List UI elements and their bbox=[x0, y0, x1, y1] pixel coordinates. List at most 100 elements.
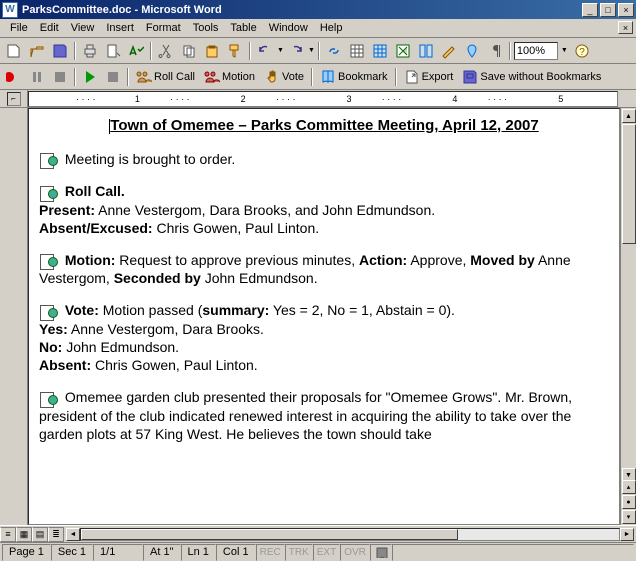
vote-absent-label: Absent: bbox=[39, 357, 91, 373]
export-label: Export bbox=[422, 71, 454, 83]
undo-icon[interactable] bbox=[254, 40, 276, 61]
document-area[interactable]: Town of Omemee – Parks Committee Meeting… bbox=[28, 108, 620, 525]
redo-dropdown[interactable]: ▼ bbox=[308, 47, 315, 54]
minimize-button[interactable]: _ bbox=[582, 3, 598, 17]
section-icon bbox=[39, 185, 57, 201]
insert-table-icon[interactable] bbox=[369, 40, 391, 61]
section-icon bbox=[39, 391, 57, 407]
outline-view-icon[interactable]: ≣ bbox=[48, 527, 64, 542]
doc-order-text: Meeting is brought to order. bbox=[65, 151, 235, 167]
zoom-combo[interactable] bbox=[514, 42, 558, 60]
vote-label-text: Vote: bbox=[65, 302, 99, 318]
section-icon bbox=[39, 152, 57, 168]
cut-icon[interactable] bbox=[155, 40, 177, 61]
scroll-right-button[interactable]: ► bbox=[620, 528, 634, 541]
columns-icon[interactable] bbox=[415, 40, 437, 61]
tab-selector[interactable]: ⌐ bbox=[7, 92, 21, 106]
menu-edit[interactable]: Edit bbox=[34, 20, 65, 36]
motion-label: Motion bbox=[222, 71, 255, 83]
hscroll-thumb[interactable] bbox=[81, 529, 458, 540]
custom-toolbar: Roll Call Motion Vote Bookmark Export Sa… bbox=[0, 64, 636, 90]
bookmark-label: Bookmark bbox=[338, 71, 388, 83]
status-bar: Page 1 Sec 1 1/1 At 1" Ln 1 Col 1 REC TR… bbox=[0, 542, 636, 561]
print-preview-icon[interactable] bbox=[102, 40, 124, 61]
standard-toolbar: ▼ ▼ ▼ ? bbox=[0, 38, 636, 64]
vertical-scrollbar[interactable]: ▲ ▼ ▴ ● ▾ bbox=[620, 108, 636, 525]
menu-insert[interactable]: Insert bbox=[100, 20, 140, 36]
help-icon[interactable]: ? bbox=[571, 40, 593, 61]
tables-borders-icon[interactable] bbox=[346, 40, 368, 61]
status-ovr[interactable]: OVR bbox=[340, 544, 370, 561]
horizontal-scrollbar[interactable]: ◄ ► bbox=[66, 527, 634, 542]
doc-heading: Town of Omemee – Parks Committee Meeting… bbox=[35, 117, 613, 134]
record-icon[interactable] bbox=[3, 66, 25, 87]
close-button[interactable]: × bbox=[618, 3, 634, 17]
doc-map-icon[interactable] bbox=[461, 40, 483, 61]
horizontal-ruler[interactable]: · · · · 1 · · · · 2 · · · · 3 · · · · 4 … bbox=[28, 91, 618, 107]
status-col: Col 1 bbox=[216, 544, 256, 561]
rollcall-button[interactable]: Roll Call bbox=[132, 66, 199, 87]
rollcall-label: Roll Call bbox=[154, 71, 195, 83]
next-page-button[interactable]: ▾ bbox=[622, 510, 636, 524]
spellcheck-icon[interactable] bbox=[125, 40, 147, 61]
redo-icon[interactable] bbox=[285, 40, 307, 61]
maximize-button[interactable]: □ bbox=[600, 3, 616, 17]
pause-icon[interactable] bbox=[26, 66, 48, 87]
no-label: No: bbox=[39, 339, 62, 355]
export-button[interactable]: Export bbox=[400, 66, 458, 87]
print-layout-icon[interactable]: ▤ bbox=[32, 527, 48, 542]
paste-icon[interactable] bbox=[201, 40, 223, 61]
undo-dropdown[interactable]: ▼ bbox=[277, 47, 284, 54]
scroll-up-button[interactable]: ▲ bbox=[622, 109, 636, 123]
menu-help[interactable]: Help bbox=[314, 20, 349, 36]
present-label: Present: bbox=[39, 202, 95, 218]
menu-view[interactable]: View bbox=[65, 20, 101, 36]
stop-icon[interactable] bbox=[49, 66, 71, 87]
section-icon bbox=[39, 253, 57, 269]
prev-page-button[interactable]: ▴ bbox=[622, 480, 636, 494]
normal-view-icon[interactable]: ≡ bbox=[0, 527, 16, 542]
svg-text:?: ? bbox=[579, 47, 585, 58]
print-icon[interactable] bbox=[79, 40, 101, 61]
window-title: ParksCommittee.doc - Microsoft Word bbox=[22, 4, 580, 16]
status-spacer bbox=[392, 544, 634, 561]
status-at: At 1" bbox=[143, 544, 180, 561]
motion-button[interactable]: Motion bbox=[200, 66, 259, 87]
scroll-thumb[interactable] bbox=[622, 124, 636, 244]
menu-table[interactable]: Table bbox=[224, 20, 262, 36]
motion-label: Motion: bbox=[65, 252, 116, 268]
browse-object-button[interactable]: ● bbox=[622, 495, 636, 509]
drawing-icon[interactable] bbox=[438, 40, 460, 61]
hyperlink-icon[interactable] bbox=[323, 40, 345, 61]
status-page: Page 1 bbox=[2, 544, 51, 561]
vote-button[interactable]: Vote bbox=[260, 66, 308, 87]
status-trk[interactable]: TRK bbox=[285, 544, 313, 561]
menu-tools[interactable]: Tools bbox=[187, 20, 225, 36]
new-icon[interactable] bbox=[3, 40, 25, 61]
format-painter-icon[interactable] bbox=[224, 40, 246, 61]
bookmark-button[interactable]: Bookmark bbox=[316, 66, 392, 87]
menu-bar: File Edit View Insert Format Tools Table… bbox=[0, 19, 636, 38]
play-icon[interactable] bbox=[79, 66, 101, 87]
moved-label: Moved by bbox=[470, 252, 535, 268]
show-hide-icon[interactable] bbox=[484, 40, 506, 61]
status-section: Sec 1 bbox=[51, 544, 93, 561]
garden-text: Omemee garden club presented their propo… bbox=[39, 389, 572, 441]
menu-format[interactable]: Format bbox=[140, 20, 187, 36]
insert-excel-icon[interactable] bbox=[392, 40, 414, 61]
save-icon[interactable] bbox=[49, 40, 71, 61]
status-rec[interactable]: REC bbox=[256, 544, 285, 561]
zoom-dropdown[interactable]: ▼ bbox=[559, 47, 570, 54]
menu-window[interactable]: Window bbox=[263, 20, 314, 36]
open-icon[interactable] bbox=[26, 40, 48, 61]
status-line: Ln 1 bbox=[181, 544, 216, 561]
scroll-left-button[interactable]: ◄ bbox=[66, 528, 80, 541]
menu-file[interactable]: File bbox=[4, 20, 34, 36]
copy-icon[interactable] bbox=[178, 40, 200, 61]
status-ext[interactable]: EXT bbox=[313, 544, 340, 561]
web-layout-icon[interactable]: ▦ bbox=[16, 527, 32, 542]
doc-close-button[interactable]: × bbox=[618, 21, 633, 34]
stop2-icon[interactable] bbox=[102, 66, 124, 87]
save-no-bookmarks-button[interactable]: Save without Bookmarks bbox=[458, 66, 605, 87]
status-lang-icon[interactable] bbox=[370, 544, 392, 561]
